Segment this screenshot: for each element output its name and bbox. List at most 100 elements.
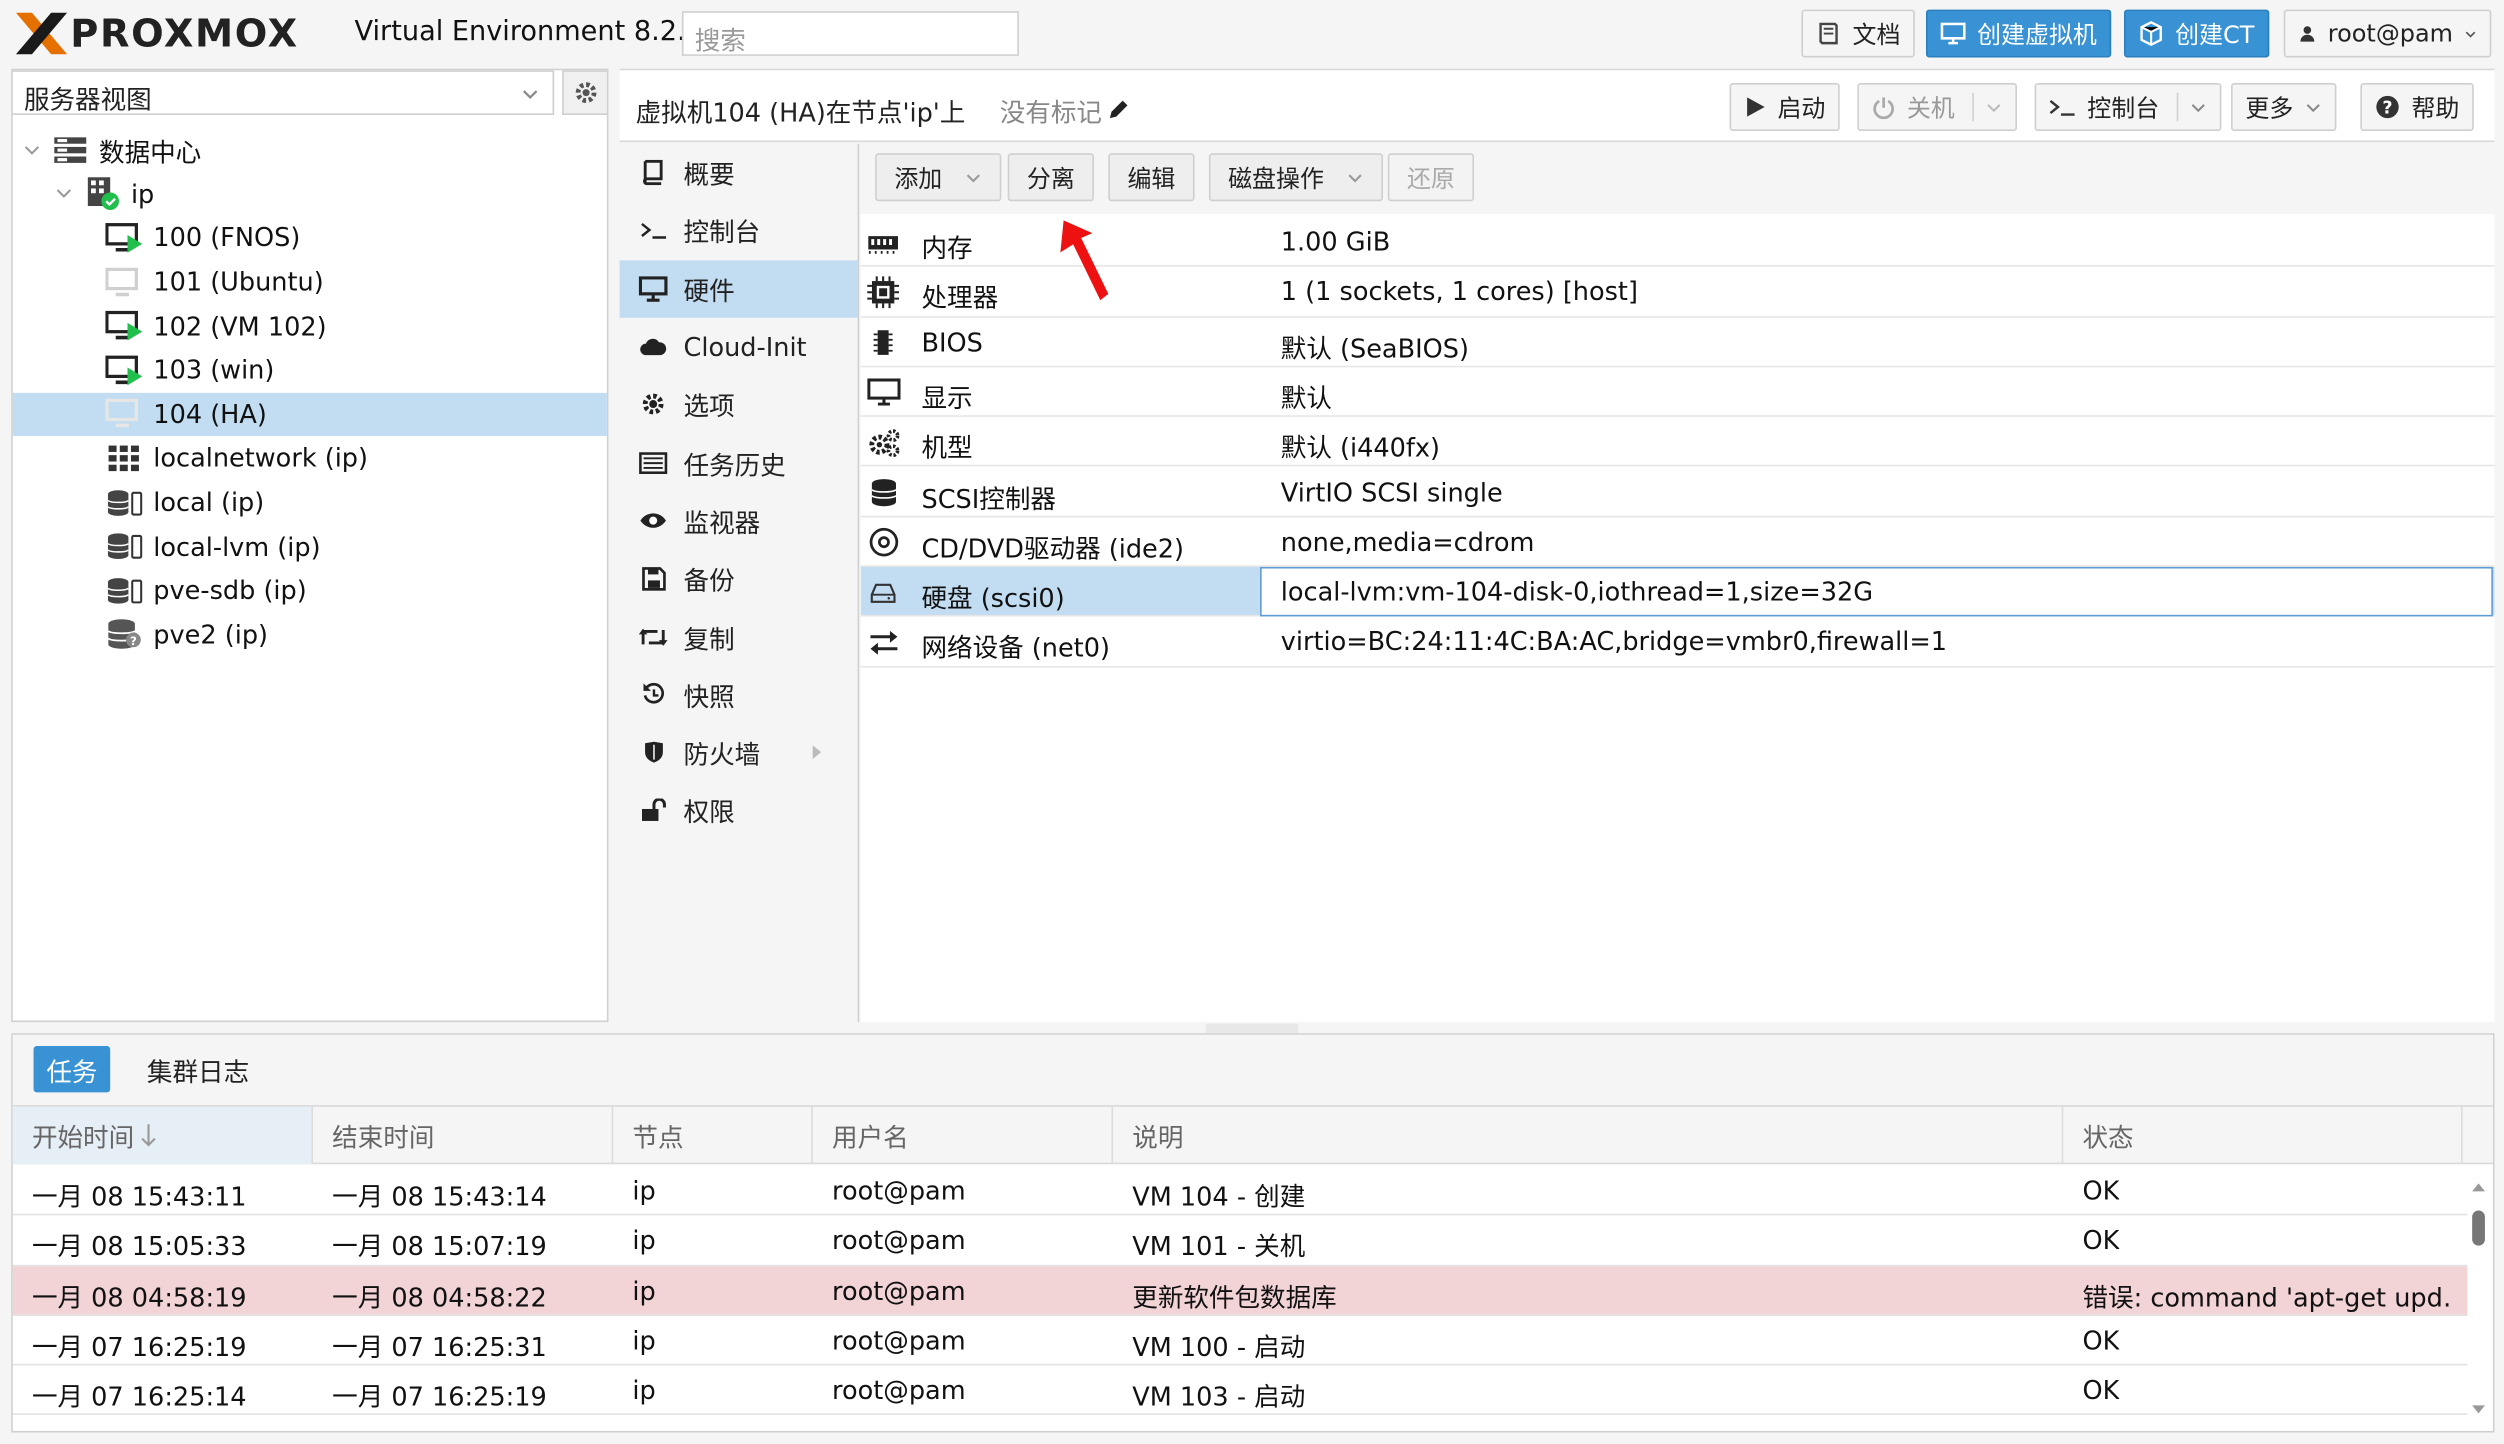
shutdown-button[interactable]: 关机 <box>1857 83 2018 131</box>
help-button[interactable]: ? 帮助 <box>2360 83 2474 131</box>
column-end-time[interactable]: 结束时间 <box>313 1106 614 1165</box>
hardware-row-machine[interactable]: 机型 默认 (i440fx) <box>860 417 2495 468</box>
hardware-row-bios[interactable]: BIOS 默认 (SeaBIOS) <box>860 317 2495 368</box>
chevron-down-icon[interactable] <box>2190 98 2208 116</box>
cloud-icon <box>639 332 668 361</box>
tree-item-vm-101[interactable]: 101 (Ubuntu) <box>13 260 607 304</box>
storage-unknown-icon: ? <box>105 617 143 652</box>
tree-item-storage-pve2[interactable]: ? pve2 (ip) <box>13 612 607 656</box>
cell-user: root@pam <box>832 1175 966 1206</box>
tree-settings-button[interactable] <box>562 70 609 115</box>
terminal-icon <box>2049 100 2075 116</box>
collapse-toggle-icon[interactable] <box>54 184 73 203</box>
nav-label: 监视器 <box>683 507 761 539</box>
create-ct-button[interactable]: 创建CT <box>2124 9 2269 58</box>
proxmox-logo[interactable]: PROXMOX <box>13 10 299 58</box>
panel-splitter[interactable] <box>1205 1023 1299 1034</box>
tree-item-label: ip <box>130 178 155 210</box>
pencil-icon[interactable] <box>1107 99 1129 121</box>
user-menu-button[interactable]: root@pam <box>2283 9 2492 58</box>
book-icon <box>1819 22 1838 45</box>
create-vm-button[interactable]: 创建虚拟机 <box>1925 9 2112 58</box>
add-button[interactable]: 添加 <box>875 153 1002 202</box>
nav-monitor[interactable]: 监视器 <box>620 492 858 550</box>
cell-user: root@pam <box>832 1325 966 1356</box>
nav-summary[interactable]: 概要 <box>620 144 858 202</box>
column-description[interactable]: 说明 <box>1113 1106 2064 1165</box>
revert-button[interactable]: 还原 <box>1387 153 1475 202</box>
nav-firewall[interactable]: 防火墙 <box>620 723 858 781</box>
column-node[interactable]: 节点 <box>613 1106 813 1165</box>
cell-start: 一月 08 04:58:19 <box>31 1281 247 1313</box>
task-row[interactable]: 一月 08 15:43:11 一月 08 15:43:14 ip root@pa… <box>12 1166 2468 1216</box>
tree-item-vm-103[interactable]: 103 (win) <box>13 348 607 392</box>
nav-hardware[interactable]: 硬件 <box>619 259 858 318</box>
tree-item-vm-104[interactable]: 104 (HA) <box>12 392 607 437</box>
chevron-down-icon <box>966 173 980 182</box>
task-row[interactable]: 一月 07 16:25:19 一月 07 16:25:31 ip root@pa… <box>12 1316 2468 1366</box>
hardware-grid: 内存 1.00 GiB 处理器 1 (1 sockets, 1 cores) [… <box>860 213 2495 1023</box>
vm-stopped-icon <box>105 397 143 432</box>
task-list-scrollbar[interactable] <box>2467 1179 2489 1419</box>
collapse-toggle-icon[interactable] <box>22 140 41 159</box>
tree-item-node-ip[interactable]: ip <box>13 172 607 216</box>
nav-snapshots[interactable]: 快照 <box>620 665 858 723</box>
nav-replication[interactable]: 复制 <box>620 607 858 665</box>
column-start-time[interactable]: 开始时间 <box>12 1106 314 1165</box>
storage-icon <box>105 573 143 608</box>
tree-item-label: pve2 (ip) <box>153 619 269 650</box>
tree-item-storage-local-lvm[interactable]: local-lvm (ip) <box>13 524 607 568</box>
nav-backup[interactable]: 备份 <box>620 549 858 607</box>
task-row[interactable]: 一月 07 16:25:14 一月 07 16:25:19 ip root@pa… <box>12 1366 2468 1416</box>
nav-options[interactable]: 选项 <box>620 376 858 434</box>
hardware-row-network[interactable]: 网络设备 (net0) virtio=BC:24:11:4C:BA:AC,bri… <box>860 617 2495 668</box>
tree-item-localnetwork[interactable]: localnetwork (ip) <box>13 436 607 480</box>
tab-tasks[interactable]: 任务 <box>33 1046 111 1093</box>
terminal-icon <box>639 216 668 245</box>
nav-console[interactable]: 控制台 <box>620 202 858 260</box>
docs-button[interactable]: 文档 <box>1801 9 1915 58</box>
hardware-name: 机型 <box>921 433 973 464</box>
cell-node: ip <box>632 1275 656 1306</box>
tree-item-vm-100[interactable]: 100 (FNOS) <box>13 216 607 260</box>
nav-task-history[interactable]: 任务历史 <box>620 434 858 492</box>
hardware-row-hard-disk[interactable]: 硬盘 (scsi0) local-lvm:vm-104-disk-0,iothr… <box>860 567 2495 618</box>
search-input[interactable]: 搜索 <box>681 11 1019 56</box>
tree-item-storage-local[interactable]: local (ip) <box>13 480 607 524</box>
create-vm-label: 创建虚拟机 <box>1977 19 2097 49</box>
chevron-down-icon <box>523 90 538 99</box>
column-username[interactable]: 用户名 <box>813 1106 1114 1165</box>
tree-item-vm-102[interactable]: 102 (VM 102) <box>13 304 607 348</box>
tree-item-datacenter[interactable]: 数据中心 <box>13 128 607 172</box>
console-label: 控制台 <box>2087 93 2160 123</box>
nav-permissions[interactable]: 权限 <box>620 781 858 839</box>
tree-item-storage-pve-sdb[interactable]: pve-sdb (ip) <box>13 568 607 612</box>
tab-cluster-log[interactable]: 集群日志 <box>134 1046 262 1092</box>
more-button[interactable]: 更多 <box>2231 83 2337 131</box>
chevron-down-icon[interactable] <box>1985 98 2003 116</box>
nav-label: 控制台 <box>683 217 761 249</box>
task-row-error[interactable]: 一月 08 04:58:19 一月 08 04:58:22 ip root@pa… <box>12 1265 2468 1316</box>
hardware-row-scsi-controller[interactable]: SCSI控制器 VirtIO SCSI single <box>860 467 2495 518</box>
hardware-row-display[interactable]: 显示 默认 <box>860 367 2495 418</box>
hardware-name: CD/DVD驱动器 (ide2) <box>921 533 1185 564</box>
disk-action-button[interactable]: 磁盘操作 <box>1208 153 1384 202</box>
no-tags-label: 没有标记 <box>999 97 1102 128</box>
task-row[interactable]: 一月 08 15:05:33 一月 08 15:07:19 ip root@pa… <box>12 1216 2468 1266</box>
edit-button[interactable]: 编辑 <box>1108 153 1195 202</box>
nav-cloud-init[interactable]: Cloud-Init <box>620 318 858 376</box>
view-selector[interactable]: 服务器视图 <box>11 70 555 115</box>
monitor-icon <box>864 377 902 409</box>
submenu-arrow-icon[interactable] <box>811 744 822 760</box>
hardware-row-cdrom[interactable]: CD/DVD驱动器 (ide2) none,media=cdrom <box>860 517 2495 568</box>
nav-label: 防火墙 <box>683 739 761 770</box>
shutdown-label: 关机 <box>1906 93 1955 123</box>
console-button[interactable]: 控制台 <box>2034 83 2222 131</box>
nav-label: 任务历史 <box>683 449 786 481</box>
hardware-name: SCSI控制器 <box>921 483 1056 514</box>
detach-button[interactable]: 分离 <box>1007 153 1094 202</box>
create-ct-label: 创建CT <box>2175 19 2255 49</box>
tags-editor[interactable]: 没有标记 <box>1000 91 1129 129</box>
start-button[interactable]: 启动 <box>1729 83 1840 131</box>
column-status[interactable]: 状态 <box>2063 1106 2463 1165</box>
